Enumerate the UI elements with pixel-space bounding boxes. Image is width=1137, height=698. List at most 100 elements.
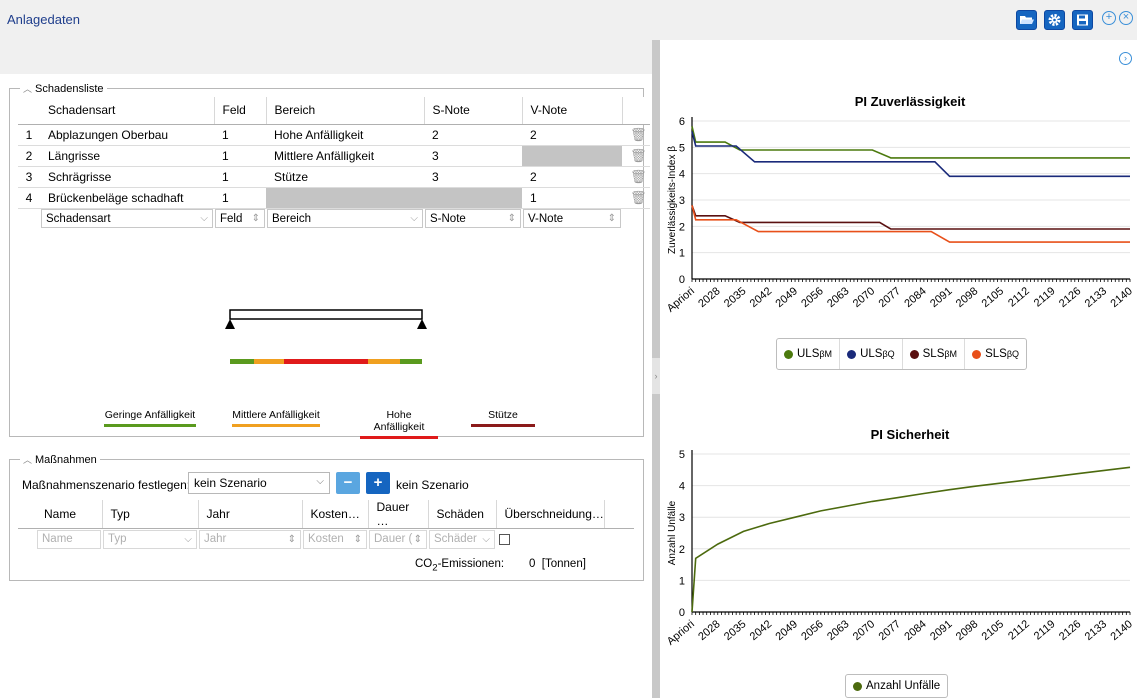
chevron-down-icon: ⌵ — [184, 533, 192, 545]
cell-v-note[interactable]: 2 — [522, 166, 622, 188]
legend-mittlere: Mittlere Anfälligkeit — [232, 409, 320, 427]
x-tick-label: 2084 — [902, 618, 928, 643]
plus-circle-icon[interactable]: + — [1102, 11, 1116, 25]
x-tick-label: 2049 — [774, 618, 800, 643]
table-row[interactable]: 3 Schrägrisse 1 Stütze 3 2 🗑 — [18, 166, 650, 188]
x-tick-label: 2077 — [877, 618, 903, 643]
dauer-stepper[interactable]: Dauer (⇕ — [369, 529, 427, 549]
column-header-name[interactable]: Name — [36, 500, 102, 529]
x-tick-label: 2049 — [774, 285, 800, 310]
collapse-icon[interactable]: ︿ — [23, 455, 32, 465]
legend-label: SLS — [922, 348, 945, 360]
cell-s-note[interactable]: 3 — [424, 145, 522, 167]
kosten-stepper[interactable]: Kosten ⇕ — [303, 529, 367, 549]
feld-stepper[interactable]: Feld ⇕ — [215, 209, 265, 229]
ueberschneidung-checkbox[interactable] — [499, 533, 510, 545]
cell-schadensart[interactable]: Schrägrisse — [40, 166, 214, 188]
column-header-schaeden[interactable]: Schäden — [427, 500, 496, 529]
column-header-ueberschneidung[interactable]: Überschneidung… — [495, 500, 604, 529]
legend-entry[interactable]: SLS βM — [901, 339, 964, 369]
save-button[interactable] — [1072, 10, 1093, 30]
open-button[interactable] — [1016, 10, 1037, 30]
trash-icon[interactable]: 🗑 — [622, 145, 650, 167]
co2-value: 0 [Tonnen] — [529, 558, 586, 570]
schaeden-select[interactable]: Schäder ⌵ — [429, 529, 495, 549]
co2-label: CO2-Emissionen: — [415, 558, 505, 574]
table-row[interactable]: 4 Brückenbeläge schadhaft 1 1 🗑 — [18, 187, 650, 209]
name-input[interactable]: Name — [37, 529, 101, 549]
column-header-actions — [621, 97, 650, 125]
trash-icon[interactable]: 🗑 — [622, 166, 650, 188]
table-header-row: Name Typ Jahr Kosten… Dauer … Schäden Üb… — [18, 500, 634, 529]
massnahmen-legend[interactable]: ︿ Maßnahmen — [20, 453, 100, 466]
y-tick-label: 5 — [679, 142, 685, 154]
legend-entry[interactable]: ULS βM — [777, 339, 839, 369]
legend-entry[interactable]: ULS βQ — [839, 339, 902, 369]
scenario-select[interactable]: kein Szenario ⌵ — [188, 472, 330, 494]
bereich-select[interactable]: Bereich ⌵ — [267, 209, 423, 229]
schadensart-select[interactable]: Schadensart ⌵ — [41, 209, 213, 229]
cell-feld[interactable]: 1 — [214, 124, 266, 146]
add-scenario-button[interactable]: + — [366, 472, 390, 494]
settings-button[interactable] — [1044, 10, 1065, 30]
x-tick-label: Apriori — [665, 618, 697, 648]
cell-feld[interactable]: 1 — [214, 145, 266, 167]
column-header-schadensart[interactable]: Schadensart — [40, 97, 214, 125]
legend-entry[interactable]: Anzahl Unfälle — [846, 675, 947, 697]
legend-hohe: Hohe Anfälligkeit — [360, 409, 438, 439]
cell-s-note[interactable]: 2 — [424, 124, 522, 146]
cell-v-note[interactable]: 2 — [522, 124, 622, 146]
y-tick-label: 2 — [679, 544, 685, 556]
column-header-s-note[interactable]: S-Note — [423, 97, 522, 125]
legend-dot-icon — [784, 349, 793, 359]
x-tick-label: 2112 — [1006, 285, 1032, 309]
table-row[interactable]: 1 Abplazungen Oberbau 1 Hohe Anfälligkei… — [18, 124, 650, 146]
spinner-icon: ⇕ — [353, 533, 362, 545]
cell-bereich[interactable]: Mittlere Anfälligkeit — [266, 145, 424, 167]
zone-geringe — [400, 359, 422, 364]
column-header-jahr[interactable]: Jahr — [197, 500, 302, 529]
splitter-handle[interactable]: › — [652, 358, 660, 394]
column-header-dauer[interactable]: Dauer … — [367, 500, 428, 529]
table-row[interactable]: 2 Längrisse 1 Mittlere Anfälligkeit 3 🗑 — [18, 145, 650, 167]
chevron-right-circle-icon[interactable]: › — [1119, 52, 1132, 65]
cell-bereich[interactable]: Hohe Anfälligkeit — [266, 124, 424, 146]
cell-schadensart[interactable]: Brückenbeläge schadhaft — [40, 187, 214, 209]
legend-entry[interactable]: SLS βQ — [964, 339, 1026, 369]
legend-subscript: βM — [944, 349, 958, 359]
y-tick-label: 4 — [679, 481, 685, 493]
x-tick-label: 2133 — [1083, 285, 1109, 310]
column-header-kosten[interactable]: Kosten… — [301, 500, 368, 529]
column-header-feld[interactable]: Feld — [213, 97, 266, 125]
trash-icon[interactable]: 🗑 — [622, 124, 650, 146]
cell-schadensart[interactable]: Abplazungen Oberbau — [40, 124, 214, 146]
x-tick-label: 2126 — [1057, 618, 1083, 643]
cell-v-note-disabled — [522, 145, 622, 167]
column-header-bereich[interactable]: Bereich — [265, 97, 424, 125]
jahr-stepper[interactable]: Jahr ⇕ — [199, 529, 301, 549]
trash-icon[interactable]: 🗑 — [622, 187, 650, 209]
remove-scenario-button[interactable]: − — [336, 472, 360, 494]
zone-mittlere — [254, 359, 284, 364]
cell-v-note[interactable]: 1 — [522, 187, 622, 209]
column-header-typ[interactable]: Typ — [101, 500, 198, 529]
cell-schadensart[interactable]: Längrisse — [40, 145, 214, 167]
typ-select[interactable]: Typ ⌵ — [103, 529, 197, 549]
cell-feld[interactable]: 1 — [214, 166, 266, 188]
s-note-stepper[interactable]: S-Note ⇕ — [425, 209, 521, 229]
cell-bereich[interactable]: Stütze — [266, 166, 424, 188]
y-tick-label: 0 — [679, 274, 685, 286]
y-axis-label: Anzahl Unfälle — [667, 500, 678, 565]
collapse-icon[interactable]: ︿ — [23, 84, 32, 94]
x-tick-label: 2042 — [748, 618, 774, 643]
close-circle-icon[interactable]: × — [1119, 11, 1133, 25]
schadensliste-legend[interactable]: ︿ Schadensliste — [20, 82, 107, 95]
v-note-stepper[interactable]: V-Note ⇕ — [523, 209, 621, 229]
chevron-down-icon: ⌵ — [200, 213, 208, 225]
x-tick-label: 2028 — [696, 285, 722, 310]
cell-s-note[interactable]: 3 — [424, 166, 522, 188]
series-line — [691, 466, 1131, 613]
scenario-status: kein Szenario — [396, 478, 469, 492]
column-header-v-note[interactable]: V-Note — [521, 97, 622, 125]
cell-feld[interactable]: 1 — [214, 187, 266, 209]
